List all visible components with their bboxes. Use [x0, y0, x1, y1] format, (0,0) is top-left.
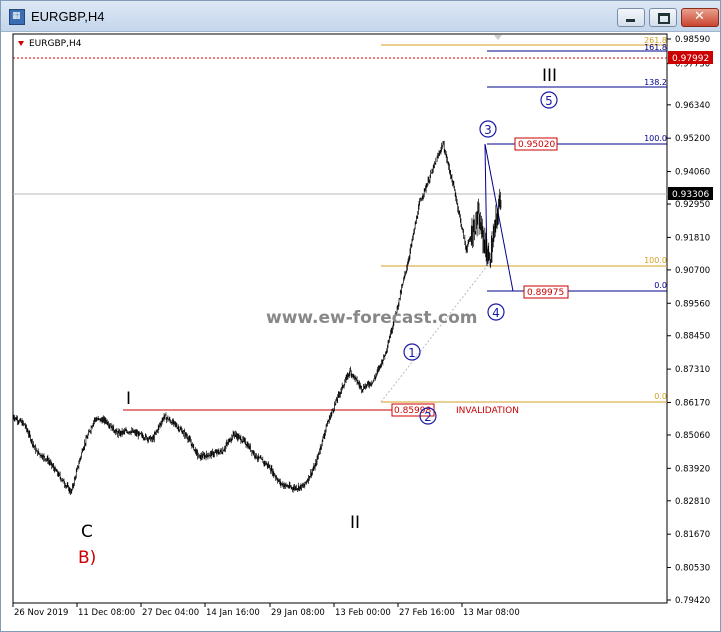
wave-circle-5-text: 5 [545, 94, 553, 108]
minimize-button[interactable] [617, 8, 645, 27]
y-tick-label: 0.82810 [675, 497, 710, 507]
price-axis: 0.985900.977500.963400.952000.940600.929… [667, 35, 710, 606]
x-tick-label: 14 Jan 16:00 [206, 608, 260, 618]
wave-B-label: B) [78, 548, 96, 568]
fib-label-100-gold: 100.0 [644, 256, 667, 265]
y-tick-label: 0.92950 [675, 200, 710, 210]
y-tick-label: 0.81670 [675, 530, 710, 540]
fib-label-138: 138.2 [644, 78, 667, 87]
y-tick-label: 0.89560 [675, 299, 710, 309]
invalidation-label: INVALIDATION [456, 406, 519, 416]
y-tick-label: 0.88450 [675, 332, 710, 342]
y-tick-label: 0.87310 [675, 365, 710, 375]
x-tick-label: 27 Dec 04:00 [142, 608, 199, 618]
x-tick-label: 13 Mar 08:00 [463, 608, 520, 618]
x-tick-label: 29 Jan 08:00 [271, 608, 325, 618]
y-tick-label: 0.96340 [675, 101, 710, 111]
minimize-icon [626, 19, 635, 22]
y-tick-label: 0.79420 [675, 596, 710, 606]
maximize-icon [658, 13, 670, 24]
title-bar[interactable]: ▦ EURGBP,H4 ✕ [1, 1, 720, 32]
wave-circle-2-text: 2 [424, 410, 432, 424]
fib-label-0-blue: 0.0 [654, 281, 667, 290]
y-tick-label: 0.80530 [675, 564, 710, 574]
chart-symbol-label: EURGBP,H4 [29, 39, 82, 49]
maximize-button[interactable] [649, 8, 677, 27]
wave3-high-price: 0.95020 [518, 140, 555, 150]
x-tick-label: 11 Dec 08:00 [78, 608, 135, 618]
time-axis: 26 Nov 2019 11 Dec 08:00 27 Dec 04:00 14 Ja… [12, 603, 520, 618]
chart-window: ▦ EURGBP,H4 ✕ 0.98590 0.97750 0.96340 0.952… [0, 0, 721, 632]
watermark-text: www.ew-forecast.com [266, 308, 478, 328]
y-tick-label: 0.90700 [675, 266, 710, 276]
y-tick-label: 0.95200 [675, 134, 710, 144]
y-tick-label: 0.86170 [675, 398, 710, 408]
fib-label-100-blue: 100.0 [644, 134, 667, 143]
y-tick-label: 0.83920 [675, 464, 710, 474]
y-tick-label: 0.91810 [675, 233, 710, 243]
x-tick-label: 13 Feb 00:00 [335, 608, 391, 618]
wave-circle-3-text: 3 [484, 123, 492, 137]
close-button[interactable]: ✕ [681, 8, 719, 27]
wave-II-label: II [350, 513, 360, 533]
window-title: EURGBP,H4 [31, 9, 105, 24]
wave-circle-1-text: 1 [408, 346, 416, 360]
y-tick-label: 0.98590 [675, 35, 710, 45]
price-chart[interactable]: 0.985900.977500.963400.952000.940600.929… [1, 32, 720, 631]
wave4-low-price: 0.89975 [527, 288, 564, 298]
y-tick-label: 0.85060 [675, 431, 710, 441]
wave-III-label: III [542, 66, 557, 86]
fib-label-161: 161.8 [644, 43, 667, 52]
top-price-text: 0.97992 [672, 54, 709, 64]
y-tick-label: 0.94060 [675, 168, 710, 178]
mt4-chart-icon: ▦ [9, 9, 25, 25]
close-icon: ✕ [694, 9, 705, 24]
wave-C-label: C [81, 522, 93, 542]
current-price-text: 0.93306 [672, 190, 709, 200]
x-tick-label: 26 Nov 2019 [14, 608, 68, 618]
wave-I-label: I [126, 389, 131, 409]
wave-circle-4-text: 4 [492, 306, 500, 320]
x-tick-label: 27 Feb 16:00 [399, 608, 455, 618]
fib-label-0-gold: 0.0 [654, 392, 667, 401]
